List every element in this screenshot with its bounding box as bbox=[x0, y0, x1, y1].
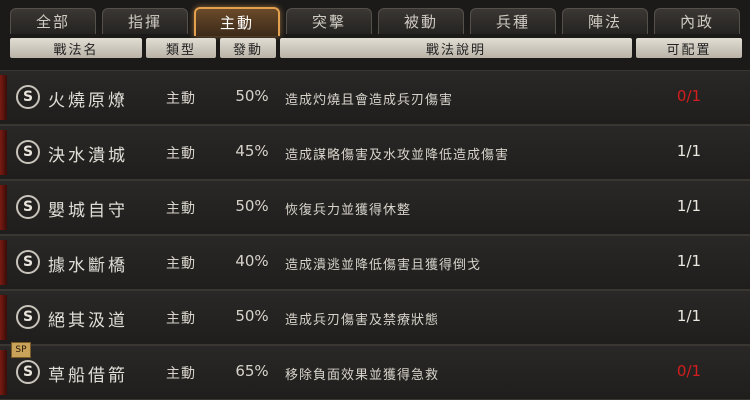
tactic-config-count: 1/1 bbox=[676, 307, 702, 325]
tab-active[interactable]: 主動 bbox=[194, 7, 280, 36]
row-edge-marker bbox=[0, 295, 7, 340]
tab-command[interactable]: 指揮 bbox=[102, 8, 188, 34]
tactic-list: S 火燒原燎 主動 50% 造成灼燒且會造成兵刃傷害 0/1 S 決水潰城 主動… bbox=[0, 64, 750, 400]
tactic-name: 絕其汲道 bbox=[48, 311, 128, 331]
tab-all[interactable]: 全部 bbox=[10, 8, 96, 34]
tab-bar: 全部 指揮 主動 突撃 被動 兵種 陣法 內政 bbox=[10, 7, 742, 36]
tactic-name: 決水潰城 bbox=[48, 146, 128, 166]
tactic-type: 主動 bbox=[166, 91, 196, 107]
tactic-description: 造成謀略傷害及水攻並降低造成傷害 bbox=[285, 148, 510, 163]
tactic-rate: 50% bbox=[235, 87, 269, 105]
tactic-name: 火燒原燎 bbox=[48, 91, 128, 111]
s-rank-icon: S bbox=[16, 85, 40, 109]
tab-assault[interactable]: 突撃 bbox=[286, 8, 372, 34]
row-edge-marker bbox=[0, 130, 7, 175]
tactic-name: 據水斷橋 bbox=[48, 256, 128, 276]
sp-tag-badge: SP bbox=[11, 342, 31, 358]
row-edge-marker bbox=[0, 75, 7, 120]
table-row[interactable]: S 決水潰城 主動 45% 造成謀略傷害及水攻並降低造成傷害 1/1 bbox=[0, 125, 750, 180]
tactic-config-count: 1/1 bbox=[676, 252, 702, 270]
tactic-rate: 65% bbox=[235, 362, 269, 380]
column-header-rate[interactable]: 發動 bbox=[220, 38, 276, 58]
tab-passive[interactable]: 被動 bbox=[378, 8, 464, 34]
table-row[interactable]: S 火燒原燎 主動 50% 造成灼燒且會造成兵刃傷害 0/1 bbox=[0, 70, 750, 125]
table-header: 戰法名 類型 發動 戰法說明 可配置 bbox=[10, 38, 742, 58]
tactic-description: 造成兵刃傷害及禁療狀態 bbox=[285, 313, 440, 328]
row-edge-marker bbox=[0, 240, 7, 285]
row-edge-marker bbox=[0, 350, 7, 395]
tactic-config-count: 0/1 bbox=[676, 87, 702, 105]
tactic-config-count: 1/1 bbox=[676, 142, 702, 160]
s-rank-icon: S bbox=[16, 195, 40, 219]
tactic-description: 恢復兵力並獲得休整 bbox=[285, 203, 412, 218]
tactic-type: 主動 bbox=[166, 366, 196, 382]
tactic-rate: 45% bbox=[235, 142, 269, 160]
tactic-rate: 50% bbox=[235, 197, 269, 215]
table-row[interactable]: S 嬰城自守 主動 50% 恢復兵力並獲得休整 1/1 bbox=[0, 180, 750, 235]
tactic-rate: 50% bbox=[235, 307, 269, 325]
tactic-rate: 40% bbox=[235, 252, 269, 270]
tactic-type: 主動 bbox=[166, 311, 196, 327]
tab-internal-affairs[interactable]: 內政 bbox=[654, 8, 740, 34]
table-row[interactable]: S 絕其汲道 主動 50% 造成兵刃傷害及禁療狀態 1/1 bbox=[0, 290, 750, 345]
tactic-name: 嬰城自守 bbox=[48, 201, 128, 221]
column-header-description[interactable]: 戰法說明 bbox=[280, 38, 632, 58]
table-row[interactable]: SP S 草船借箭 主動 65% 移除負面效果並獲得急救 0/1 bbox=[0, 342, 750, 400]
tactic-type: 主動 bbox=[166, 256, 196, 272]
s-rank-icon: S bbox=[16, 140, 40, 164]
column-header-type[interactable]: 類型 bbox=[146, 38, 216, 58]
column-header-config[interactable]: 可配置 bbox=[636, 38, 742, 58]
table-row[interactable]: S 據水斷橋 主動 40% 造成潰逃並降低傷害且獲得倒戈 1/1 bbox=[0, 235, 750, 290]
s-rank-icon: S bbox=[16, 305, 40, 329]
tactic-config-count: 1/1 bbox=[676, 197, 702, 215]
tactic-description: 造成潰逃並降低傷害且獲得倒戈 bbox=[285, 258, 482, 273]
tactic-type: 主動 bbox=[166, 146, 196, 162]
tactic-description: 移除負面效果並獲得急救 bbox=[285, 368, 440, 383]
s-rank-icon: S bbox=[16, 250, 40, 274]
column-header-name[interactable]: 戰法名 bbox=[10, 38, 142, 58]
tactic-config-count: 0/1 bbox=[676, 362, 702, 380]
tactic-name: 草船借箭 bbox=[48, 366, 128, 386]
tab-formation[interactable]: 陣法 bbox=[562, 8, 648, 34]
tactic-type: 主動 bbox=[166, 201, 196, 217]
row-edge-marker bbox=[0, 185, 7, 230]
s-rank-icon: S bbox=[16, 360, 40, 384]
tactic-description: 造成灼燒且會造成兵刃傷害 bbox=[285, 93, 454, 108]
tab-troop-type[interactable]: 兵種 bbox=[470, 8, 556, 34]
